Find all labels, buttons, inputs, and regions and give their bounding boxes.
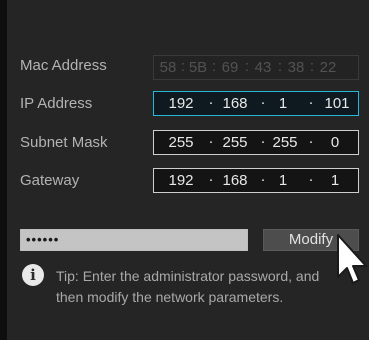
mac-part-5: 38 — [287, 59, 305, 76]
mac-separator: : — [211, 58, 217, 75]
subnet-octet-1[interactable]: 255 — [164, 134, 198, 151]
gateway-field[interactable]: 192 · 168 · 1 · 1 — [153, 168, 359, 193]
gateway-octet-4[interactable]: 1 — [324, 172, 346, 189]
mac-address-label: Mac Address — [20, 57, 107, 74]
subnet-octet-2[interactable]: 255 — [218, 134, 252, 151]
ip-octet-1[interactable]: 192 — [164, 95, 198, 112]
ip-octet-2[interactable]: 168 — [218, 95, 252, 112]
mac-separator: : — [309, 58, 315, 75]
ip-octet-4[interactable]: 101 — [320, 95, 354, 112]
subnet-separator: · — [308, 133, 314, 150]
subnet-mask-label: Subnet Mask — [20, 134, 108, 151]
subnet-separator: · — [208, 133, 214, 150]
gateway-separator: · — [308, 171, 314, 188]
gateway-octet-3[interactable]: 1 — [272, 172, 294, 189]
admin-password-input[interactable]: •••••• — [20, 229, 248, 251]
subnet-separator: · — [260, 133, 266, 150]
gateway-octet-2[interactable]: 168 — [218, 172, 252, 189]
ip-separator: · — [308, 94, 314, 111]
ip-separator: · — [260, 94, 266, 111]
mac-part-3: 69 — [221, 59, 239, 76]
ip-octet-3[interactable]: 1 — [272, 95, 294, 112]
mac-part-4: 43 — [254, 59, 272, 76]
subnet-octet-4[interactable]: 0 — [324, 134, 346, 151]
subnet-octet-3[interactable]: 255 — [268, 134, 302, 151]
tip-text: Tip: Enter the administrator password, a… — [56, 266, 362, 308]
ip-address-field[interactable]: 192 · 168 · 1 · 101 — [153, 91, 359, 116]
gateway-octet-1[interactable]: 192 — [164, 172, 198, 189]
tip-line-1: Tip: Enter the administrator password, a… — [56, 268, 320, 284]
tip-line-2: then modify the network parameters. — [56, 289, 284, 305]
ip-address-label: IP Address — [20, 95, 93, 112]
gateway-separator: · — [260, 171, 266, 188]
subnet-mask-field[interactable]: 255 · 255 · 255 · 0 — [153, 130, 359, 155]
mac-part-2: 5B — [188, 59, 208, 76]
mac-separator: : — [180, 58, 186, 75]
mac-separator: : — [244, 58, 250, 75]
mac-separator: : — [277, 58, 283, 75]
info-icon: i — [22, 264, 44, 286]
mac-address-field: 58 : 5B : 69 : 43 : 38 : 22 — [153, 55, 359, 80]
mouse-pointer-icon — [337, 234, 367, 284]
gateway-label: Gateway — [20, 172, 80, 189]
mac-part-1: 58 — [159, 59, 177, 76]
ip-separator: · — [208, 94, 214, 111]
mac-part-6: 22 — [319, 59, 337, 76]
gateway-separator: · — [208, 171, 214, 188]
